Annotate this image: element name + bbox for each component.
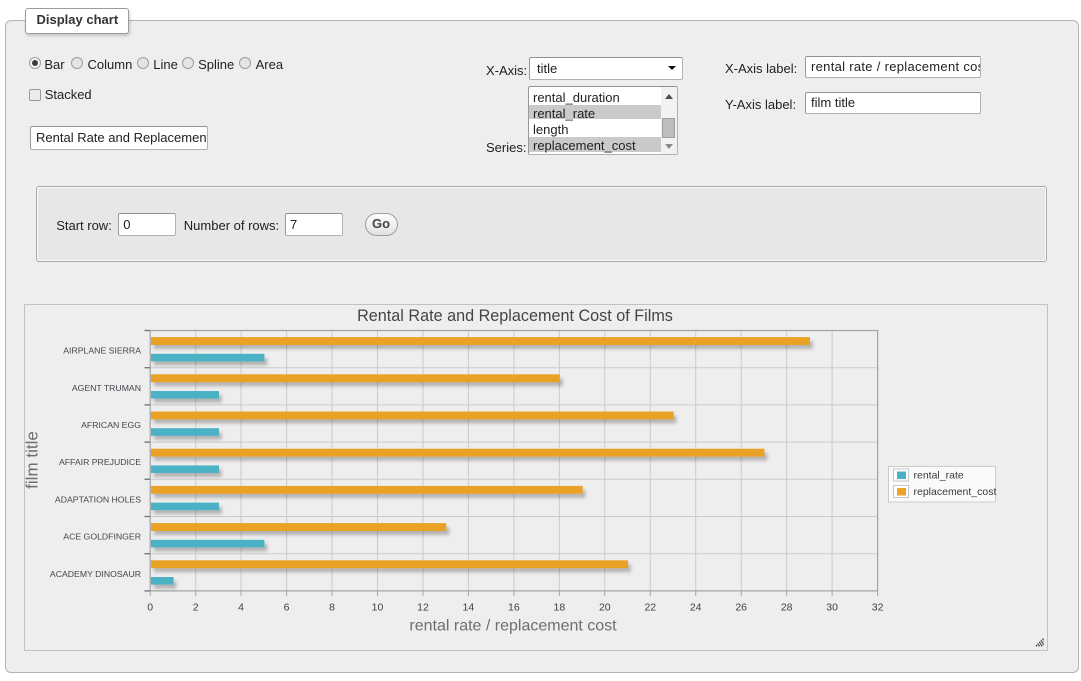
svg-text:26: 26 (735, 602, 747, 614)
svg-text:0: 0 (147, 602, 153, 614)
svg-text:AFFAIR PREJUDICE: AFFAIR PREJUDICE (59, 457, 141, 467)
svg-text:film title: film title (24, 431, 42, 489)
svg-text:32: 32 (872, 602, 884, 614)
svg-text:ACADEMY DINOSAUR: ACADEMY DINOSAUR (50, 569, 141, 579)
svg-text:Rental Rate and Replacement Co: Rental Rate and Replacement Cost of Film… (357, 307, 673, 325)
svg-text:10: 10 (372, 602, 384, 614)
svg-text:replacement_cost: replacement_cost (914, 486, 997, 498)
svg-text:rental rate / replacement cost: rental rate / replacement cost (409, 618, 617, 635)
svg-text:12: 12 (417, 602, 429, 614)
svg-text:24: 24 (690, 602, 702, 614)
svg-text:AFRICAN EGG: AFRICAN EGG (81, 420, 141, 430)
svg-text:18: 18 (554, 602, 566, 614)
svg-text:8: 8 (329, 602, 335, 614)
svg-text:16: 16 (508, 602, 520, 614)
svg-text:28: 28 (781, 602, 793, 614)
svg-text:2: 2 (193, 602, 199, 614)
svg-text:20: 20 (599, 602, 611, 614)
svg-text:14: 14 (463, 602, 475, 614)
svg-text:ADAPTATION HOLES: ADAPTATION HOLES (55, 494, 141, 504)
svg-text:6: 6 (284, 602, 290, 614)
svg-text:4: 4 (238, 602, 244, 614)
svg-text:rental_rate: rental_rate (914, 470, 964, 482)
svg-text:22: 22 (644, 602, 656, 614)
svg-text:30: 30 (826, 602, 838, 614)
svg-text:AGENT TRUMAN: AGENT TRUMAN (72, 383, 141, 393)
svg-text:ACE GOLDFINGER: ACE GOLDFINGER (63, 532, 141, 542)
svg-text:AIRPLANE SIERRA: AIRPLANE SIERRA (63, 346, 141, 356)
